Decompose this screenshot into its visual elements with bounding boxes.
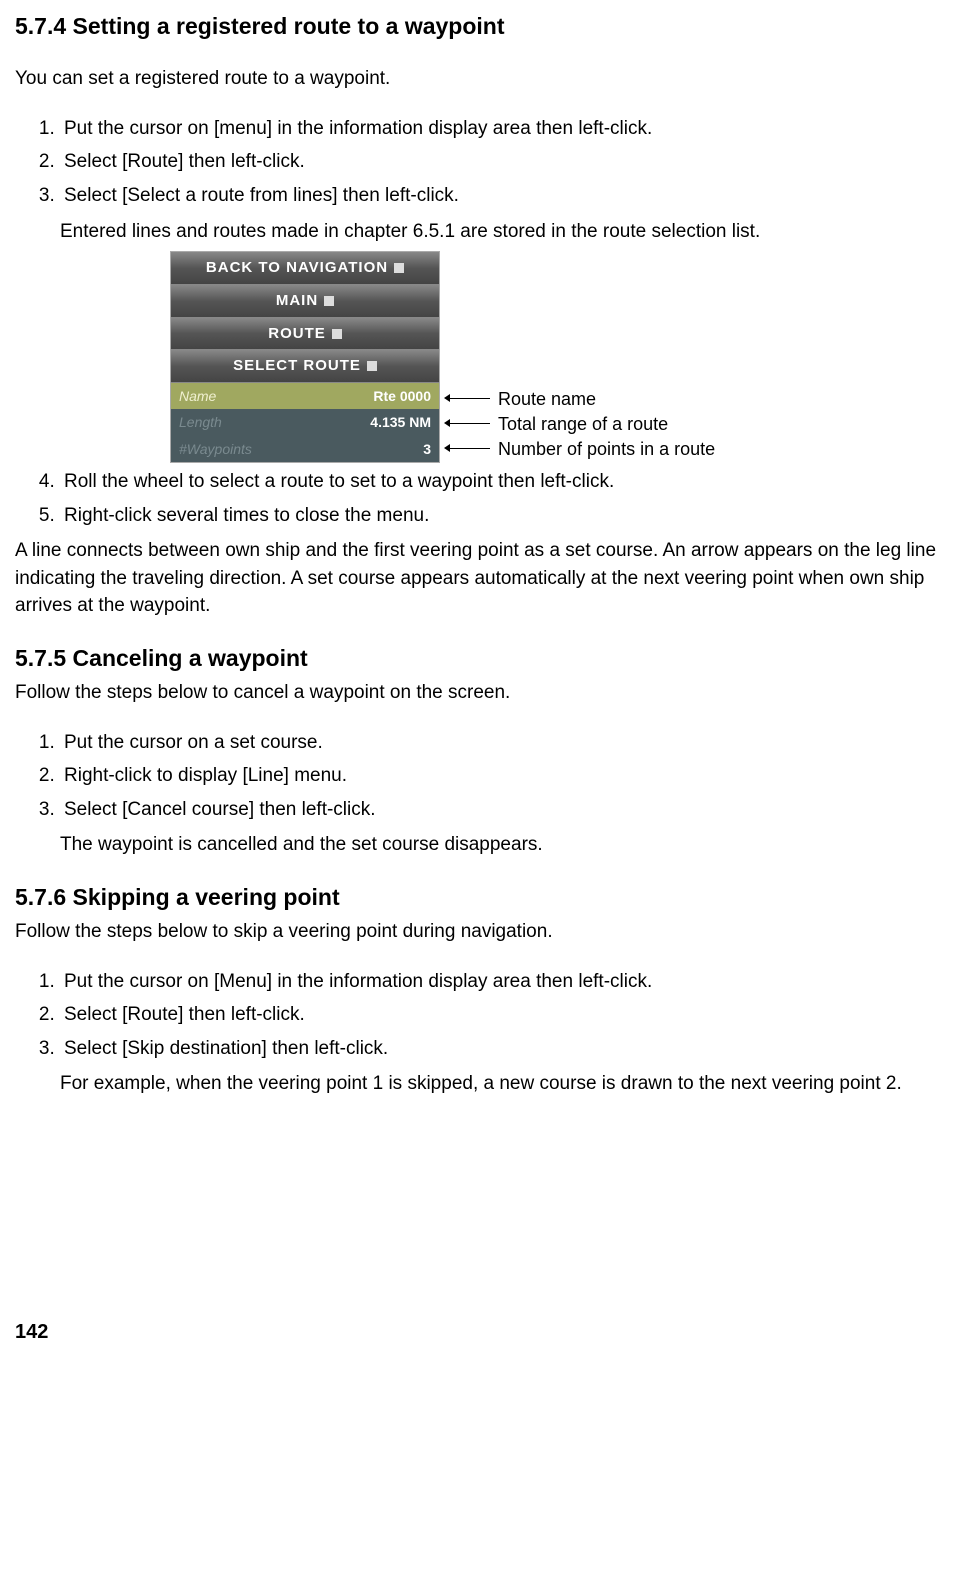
intro-575: Follow the steps below to cancel a waypo… [15, 679, 952, 707]
expand-icon [324, 296, 334, 306]
info-label-name: Name [179, 386, 216, 406]
step-574-4: Roll the wheel to select a route to set … [60, 468, 952, 496]
arrow-icon [450, 448, 490, 449]
step-574-5: Right-click several times to close the m… [60, 502, 952, 530]
info-row-length: Length 4.135 NM [171, 409, 439, 435]
post-para-574: A line connects between own ship and the… [15, 537, 952, 620]
anno-num-points: Number of points in a route [450, 436, 715, 461]
steps-574-first: Put the cursor on [menu] in the informat… [15, 115, 952, 210]
step-575-3-sub: The waypoint is cancelled and the set co… [60, 831, 952, 859]
steps-576: Put the cursor on [Menu] in the informat… [15, 968, 952, 1063]
menu-info-section: Name Rte 0000 Length 4.135 NM #Waypoints… [171, 383, 439, 462]
step-576-3: Select [Skip destination] then left-clic… [60, 1035, 952, 1063]
menu-row-back: BACK TO NAVIGATION [171, 252, 439, 285]
step-574-3: Select [Select a route from lines] then … [60, 182, 952, 210]
step-575-3: Select [Cancel course] then left-click. [60, 796, 952, 824]
info-label-length: Length [179, 412, 222, 432]
info-value-waypoints: 3 [423, 439, 431, 459]
info-value-name: Rte 0000 [373, 386, 431, 406]
info-label-waypoints: #Waypoints [179, 439, 252, 459]
heading-574: 5.7.4 Setting a registered route to a wa… [15, 10, 952, 43]
menu-screenshot: BACK TO NAVIGATION MAIN ROUTE SELECT ROU… [170, 251, 440, 463]
info-row-name: Name Rte 0000 [171, 383, 439, 409]
section-576: 5.7.6 Skipping a veering point Follow th… [15, 881, 952, 1098]
menu-row-route: ROUTE [171, 318, 439, 351]
intro-574: You can set a registered route to a wayp… [15, 65, 952, 93]
heading-575: 5.7.5 Canceling a waypoint [15, 642, 952, 675]
step-576-2: Select [Route] then left-click. [60, 1001, 952, 1029]
expand-icon [394, 263, 404, 273]
step-574-1: Put the cursor on [menu] in the informat… [60, 115, 952, 143]
menu-row-main: MAIN [171, 285, 439, 318]
menu-row-select-route: SELECT ROUTE [171, 350, 439, 383]
info-row-waypoints: #Waypoints 3 [171, 436, 439, 462]
step-576-1: Put the cursor on [Menu] in the informat… [60, 968, 952, 996]
anno-route-name: Route name [450, 386, 715, 411]
page-number: 142 [15, 1318, 952, 1347]
figure-annotations: Route name Total range of a route Number… [450, 386, 715, 461]
steps-574-continued: Roll the wheel to select a route to set … [15, 468, 952, 529]
heading-576: 5.7.6 Skipping a veering point [15, 881, 952, 914]
step-574-3-sub: Entered lines and routes made in chapter… [60, 218, 952, 246]
section-575: 5.7.5 Canceling a waypoint Follow the st… [15, 642, 952, 859]
info-value-length: 4.135 NM [370, 412, 431, 432]
arrow-icon [450, 423, 490, 424]
figure-select-route: BACK TO NAVIGATION MAIN ROUTE SELECT ROU… [170, 251, 952, 463]
step-576-3-sub: For example, when the veering point 1 is… [60, 1070, 952, 1098]
expand-icon [332, 329, 342, 339]
section-574: 5.7.4 Setting a registered route to a wa… [15, 10, 952, 620]
step-575-1: Put the cursor on a set course. [60, 729, 952, 757]
expand-icon [367, 361, 377, 371]
steps-575: Put the cursor on a set course. Right-cl… [15, 729, 952, 824]
arrow-icon [450, 398, 490, 399]
intro-576: Follow the steps below to skip a veering… [15, 918, 952, 946]
step-575-2: Right-click to display [Line] menu. [60, 762, 952, 790]
anno-total-range: Total range of a route [450, 411, 715, 436]
step-574-2: Select [Route] then left-click. [60, 148, 952, 176]
